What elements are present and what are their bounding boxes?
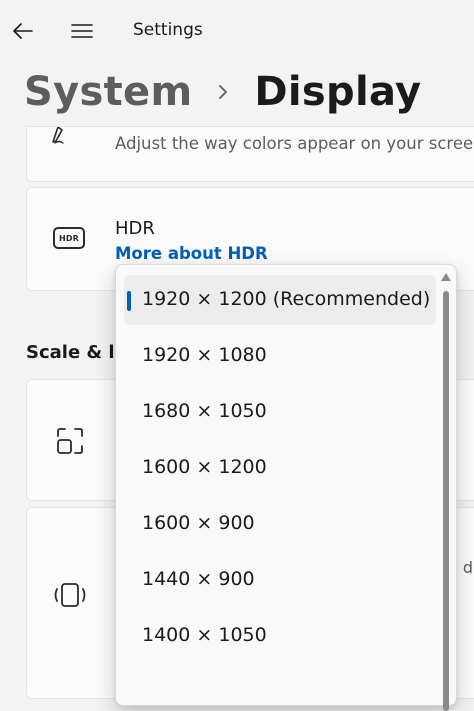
scroll-up-arrow-icon[interactable] (441, 273, 451, 283)
color-profile-card[interactable]: Adjust the way colors appear on your scr… (26, 126, 474, 182)
title-bar: Settings (0, 0, 474, 62)
hdr-title: HDR (115, 218, 155, 239)
more-about-hdr-link[interactable]: More about HDR (115, 244, 268, 263)
resolution-option-label: 1920 × 1080 (142, 344, 267, 366)
resolution-option-label: 1600 × 900 (142, 512, 255, 534)
resolution-option[interactable]: 1440 × 900 (124, 555, 436, 605)
chevron-right-icon (216, 82, 236, 102)
resolution-option[interactable]: 1400 × 1050 (124, 611, 436, 661)
resolution-option[interactable]: 1920 × 1200 (Recommended) (124, 275, 436, 325)
scrollbar-thumb[interactable] (443, 291, 449, 711)
pen-icon (52, 127, 64, 144)
page-title: Display (254, 69, 422, 115)
breadcrumb: System Display (24, 66, 421, 118)
resolution-option[interactable]: 1920 × 1080 (124, 331, 436, 381)
hdr-icon: HDR (53, 227, 85, 249)
breadcrumb-system[interactable]: System (24, 69, 192, 115)
color-profile-description: Adjust the way colors appear on your scr… (115, 134, 474, 153)
resolution-option-label: 1600 × 1200 (142, 456, 267, 478)
dropdown-scrollbar[interactable] (441, 273, 451, 711)
back-button[interactable] (8, 16, 38, 46)
selected-indicator (127, 291, 131, 311)
navigation-menu-button[interactable] (66, 16, 98, 46)
hamburger-menu-icon (71, 24, 93, 38)
resolution-option[interactable]: 1600 × 900 (124, 499, 436, 549)
resolution-option[interactable]: 1600 × 1200 (124, 443, 436, 493)
resolution-option-label: 1440 × 900 (142, 568, 255, 590)
scale-layout-heading: Scale & la (26, 342, 127, 363)
scale-icon (57, 428, 83, 454)
resolution-dropdown-list[interactable]: 1920 × 1200 (Recommended) 1920 × 1080 16… (115, 264, 457, 711)
resolution-option[interactable]: 1680 × 1050 (124, 387, 436, 437)
resolution-option-label: 1680 × 1050 (142, 400, 267, 422)
rotate-icon (54, 583, 86, 607)
app-title: Settings (133, 20, 203, 40)
resolution-option-label: 1920 × 1200 (Recommended) (142, 288, 431, 310)
back-arrow-icon (13, 23, 33, 39)
resolution-option-label: 1400 × 1050 (142, 624, 267, 646)
hdr-icon-label: HDR (58, 233, 80, 243)
